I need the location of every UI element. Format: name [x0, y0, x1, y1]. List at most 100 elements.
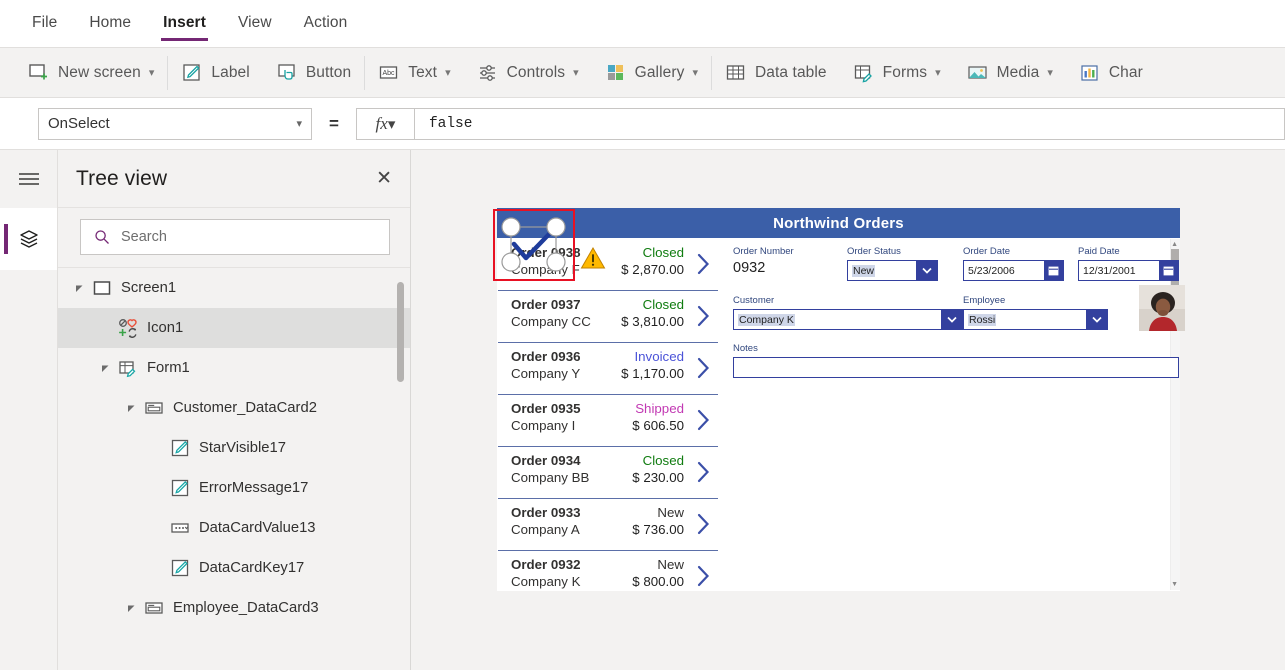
paid-date-input[interactable]: 12/31/2001 — [1078, 260, 1179, 281]
warning-triangle-icon[interactable] — [580, 246, 606, 270]
menu-item-action[interactable]: Action — [302, 8, 350, 40]
icon-control-icon — [118, 318, 138, 338]
menu-item-file[interactable]: File — [30, 8, 59, 40]
calendar-icon[interactable] — [1159, 261, 1178, 280]
ribbon-forms-button[interactable]: Forms ▾ — [840, 48, 954, 97]
ribbon-button-button[interactable]: Button — [263, 48, 364, 97]
order-date-field: Order Date 5/23/2006 — [963, 246, 1064, 281]
ribbon-charts-label: Char — [1108, 63, 1143, 81]
ribbon-text-label: Text — [408, 63, 438, 81]
hamburger-menu-button[interactable] — [0, 150, 57, 208]
tree-twisty-icon[interactable] — [124, 604, 138, 613]
tree-twisty-icon[interactable] — [72, 284, 86, 293]
chevron-right-icon[interactable] — [697, 305, 710, 327]
order-date-input[interactable]: 5/23/2006 — [963, 260, 1064, 281]
ribbon-text-button[interactable]: Abc Text ▾ — [365, 48, 463, 97]
gallery-order-status: New — [657, 557, 684, 572]
chevron-down-icon: ▾ — [387, 115, 396, 133]
menu-item-insert[interactable]: Insert — [161, 8, 208, 41]
chevron-right-icon[interactable] — [697, 565, 710, 587]
left-icon-rail — [0, 150, 58, 670]
tree-item-datacardkey17[interactable]: DataCardKey17 — [58, 548, 410, 588]
tree-item-image2[interactable]: Image2 — [58, 628, 410, 634]
gallery-item[interactable]: Order 0935 Shipped Company I $ 606.50 — [498, 395, 718, 447]
employee-field: Employee Rossi — [963, 295, 1108, 330]
calendar-icon[interactable] — [1044, 261, 1063, 280]
chevron-right-icon[interactable] — [697, 513, 710, 535]
form-icon — [118, 358, 138, 378]
chevron-right-icon[interactable] — [697, 253, 710, 275]
tree-item-customer_datacard2[interactable]: Customer_DataCard2 — [58, 388, 410, 428]
tree-item-icon1[interactable]: Icon1 — [58, 308, 410, 348]
gallery-squares-icon — [605, 62, 626, 83]
chevron-right-icon[interactable] — [697, 357, 710, 379]
close-icon[interactable]: ✕ — [376, 169, 392, 188]
tree-item-datacardvalue13[interactable]: DataCardValue13 — [58, 508, 410, 548]
customer-label: Customer — [733, 295, 775, 306]
ribbon-gallery-label: Gallery — [634, 63, 685, 81]
order-status-label: Order Status — [847, 246, 901, 257]
scroll-down-icon[interactable]: ▼ — [1171, 581, 1178, 588]
tree-item-label: ErrorMessage17 — [199, 480, 309, 496]
ribbon-controls-button[interactable]: Controls ▾ — [464, 48, 592, 97]
property-selector[interactable]: OnSelect ▾ — [38, 107, 312, 140]
tree-item-employee_datacard3[interactable]: Employee_DataCard3 — [58, 588, 410, 628]
ribbon-new-screen-label: New screen — [58, 63, 141, 81]
forms-icon — [853, 62, 874, 83]
menu-item-home[interactable]: Home — [87, 8, 133, 40]
property-selector-value: OnSelect — [48, 115, 110, 132]
icon-control-glyph[interactable] — [498, 214, 570, 276]
gallery-company-name: Company A — [511, 522, 580, 537]
tree-item-screen1[interactable]: Screen1 — [58, 268, 410, 308]
customer-dropdown[interactable]: Company K — [733, 309, 963, 330]
gallery-item[interactable]: Order 0934 Closed Company BB $ 230.00 — [498, 447, 718, 499]
ribbon-toolbar: New screen ▾ Label Button Abc Text ▾ Con… — [0, 48, 1285, 98]
ribbon-label-label: Label — [211, 63, 250, 81]
search-input[interactable]: Search — [80, 219, 390, 255]
tree-twisty-icon[interactable] — [124, 404, 138, 413]
menu-bar: File Home Insert View Action — [0, 0, 1285, 48]
dropdown-chevron-icon[interactable] — [916, 261, 937, 280]
ribbon-new-screen-button[interactable]: New screen ▾ — [0, 48, 167, 97]
dropdown-chevron-icon[interactable] — [941, 310, 962, 329]
formula-input[interactable]: false — [413, 107, 1285, 140]
notes-field: Notes — [733, 343, 1179, 378]
gallery-order-status: Invoiced — [634, 349, 684, 364]
chevron-right-icon[interactable] — [697, 461, 710, 483]
fx-button[interactable]: fx ▾ — [355, 107, 414, 140]
tree-item-label: DataCardKey17 — [199, 560, 305, 576]
dropdown-chevron-icon[interactable] — [1086, 310, 1107, 329]
chevron-right-icon[interactable] — [697, 409, 710, 431]
employee-dropdown[interactable]: Rossi — [963, 309, 1108, 330]
gallery-item[interactable]: Order 0936 Invoiced Company Y $ 1,170.00 — [498, 343, 718, 395]
ribbon-media-button[interactable]: Media ▾ — [954, 48, 1066, 97]
ribbon-gallery-button[interactable]: Gallery ▾ — [592, 48, 711, 97]
tree-item-form1[interactable]: Form1 — [58, 348, 410, 388]
gallery-company-name: Company I — [511, 418, 576, 433]
tree-item-starvisible17[interactable]: StarVisible17 — [58, 428, 410, 468]
ribbon-charts-button[interactable]: Char — [1066, 48, 1156, 97]
search-input-placeholder: Search — [121, 229, 167, 245]
gallery-item[interactable]: Order 0932 New Company K $ 800.00 — [498, 551, 718, 590]
tree-item-errormessage17[interactable]: ErrorMessage17 — [58, 468, 410, 508]
media-image-icon — [967, 62, 988, 83]
ribbon-label-button[interactable]: Label — [168, 48, 262, 97]
gallery-order-amount: $ 1,170.00 — [621, 366, 684, 381]
tree-view-header: Tree view ✕ — [58, 150, 410, 208]
notes-input[interactable] — [733, 357, 1179, 378]
menu-item-view[interactable]: View — [236, 8, 274, 40]
ribbon-data-table-button[interactable]: Data table — [712, 48, 840, 97]
gallery-item[interactable]: Order 0933 New Company A $ 736.00 — [498, 499, 718, 551]
ribbon-forms-label: Forms — [882, 63, 928, 81]
fx-label: fx — [375, 113, 388, 133]
gallery-order-amount: $ 606.50 — [632, 418, 684, 433]
ribbon-media-label: Media — [996, 63, 1040, 81]
tree-scrollbar-thumb[interactable] — [397, 282, 404, 382]
tree-twisty-icon[interactable] — [98, 364, 112, 373]
gallery-order-number: Order 0933 — [511, 505, 581, 520]
tree-view-rail-button[interactable] — [0, 208, 57, 270]
chevron-down-icon: ▾ — [935, 67, 941, 79]
paid-date-label: Paid Date — [1078, 246, 1120, 257]
gallery-item[interactable]: Order 0937 Closed Company CC $ 3,810.00 — [498, 291, 718, 343]
order-status-dropdown[interactable]: New — [847, 260, 938, 281]
